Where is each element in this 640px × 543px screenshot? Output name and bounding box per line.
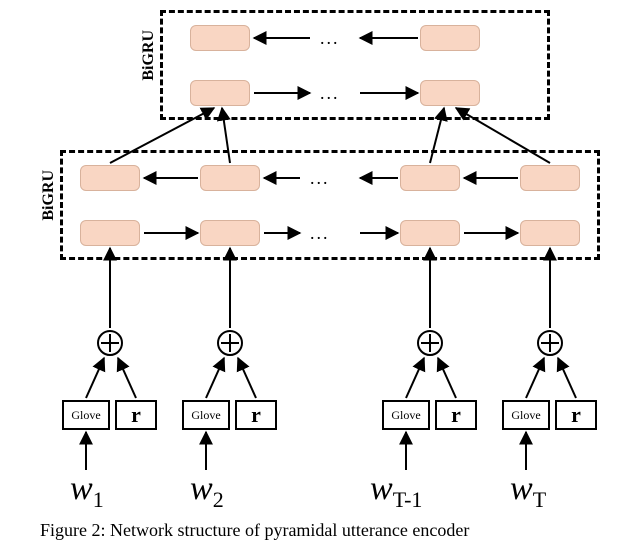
- glove-box-1: Glove: [62, 400, 110, 430]
- bigru-label-2: BiGRU: [140, 30, 158, 81]
- rnn-l1-bw-2: [200, 165, 260, 191]
- w-label-2: w2: [190, 470, 224, 513]
- bigru-layer-1-box: [60, 150, 600, 260]
- w-label-1: w1: [70, 470, 104, 513]
- oplus-2: [217, 330, 243, 356]
- oplus-1: [97, 330, 123, 356]
- rnn-l2-bw-1: [190, 25, 250, 51]
- ellipsis-l1-top: ...: [310, 168, 330, 189]
- figure-caption: Figure 2: Network structure of pyramidal…: [40, 520, 469, 541]
- ellipsis-l1-bot: ...: [310, 223, 330, 244]
- oplus-4: [537, 330, 563, 356]
- r-box-4: r: [555, 400, 597, 430]
- oplus-3: [417, 330, 443, 356]
- rnn-l1-fw-4: [520, 220, 580, 246]
- rnn-l1-bw-3: [400, 165, 460, 191]
- glove-box-3: Glove: [382, 400, 430, 430]
- r-box-2: r: [235, 400, 277, 430]
- ellipsis-l2-top: ...: [320, 28, 340, 49]
- rnn-l1-bw-4: [520, 165, 580, 191]
- rnn-l1-fw-3: [400, 220, 460, 246]
- w-label-3: wT-1: [370, 470, 422, 513]
- ellipsis-l2-bot: ...: [320, 83, 340, 104]
- glove-box-4: Glove: [502, 400, 550, 430]
- r-box-1: r: [115, 400, 157, 430]
- rnn-l1-fw-2: [200, 220, 260, 246]
- w-label-4: wT: [510, 470, 546, 513]
- rnn-l2-fw-2: [420, 80, 480, 106]
- rnn-l1-fw-1: [80, 220, 140, 246]
- bigru-label-1: BiGRU: [40, 170, 58, 221]
- rnn-l2-bw-2: [420, 25, 480, 51]
- glove-box-2: Glove: [182, 400, 230, 430]
- diagram-canvas: BiGRU BiGRU ... ... ... ... Glove r Glov…: [0, 0, 640, 543]
- rnn-l1-bw-1: [80, 165, 140, 191]
- r-box-3: r: [435, 400, 477, 430]
- rnn-l2-fw-1: [190, 80, 250, 106]
